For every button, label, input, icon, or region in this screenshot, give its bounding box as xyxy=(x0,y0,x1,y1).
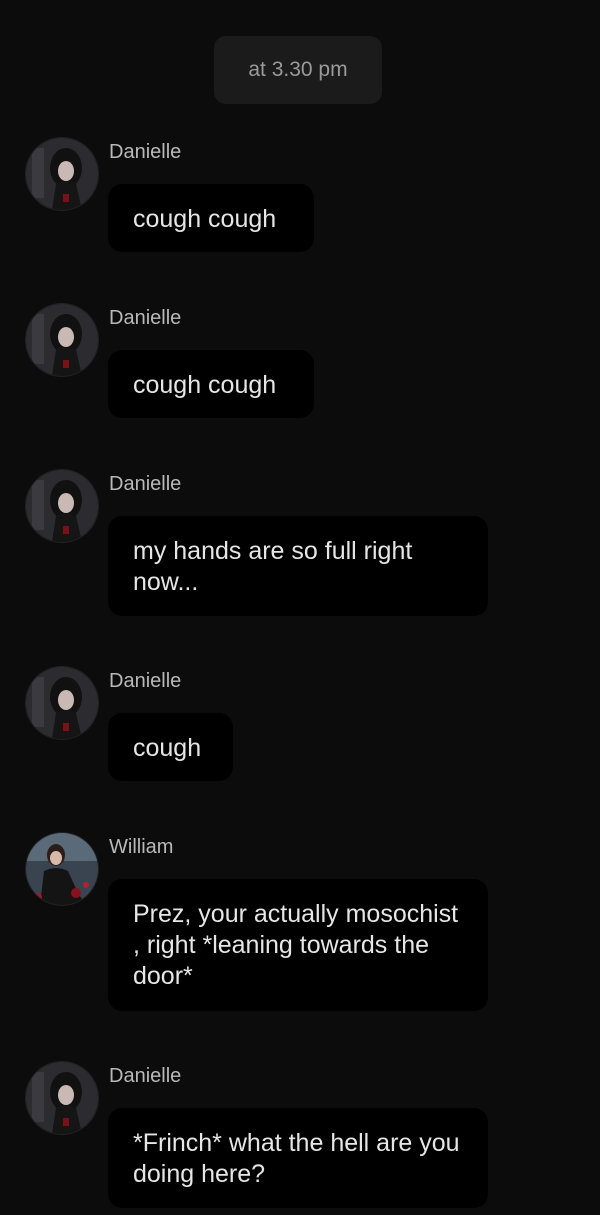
danielle-avatar-icon[interactable] xyxy=(26,304,98,376)
william-avatar-icon[interactable] xyxy=(26,833,98,905)
sender-name: Danielle xyxy=(109,1065,182,1087)
message-bubble: cough cough xyxy=(108,350,314,418)
message-bubble: cough xyxy=(108,713,233,781)
sender-name: Danielle xyxy=(109,141,182,163)
danielle-avatar-icon[interactable] xyxy=(26,470,98,542)
sender-name: Danielle xyxy=(109,670,182,692)
sender-name: Danielle xyxy=(109,473,182,495)
message-bubble: my hands are so full right now... xyxy=(108,516,488,616)
message-bubble: *Frinch* what the hell are you doing her… xyxy=(108,1108,488,1208)
message-bubble: Prez, your actually mosochist , right *l… xyxy=(108,879,488,1011)
danielle-avatar-icon[interactable] xyxy=(26,1062,98,1134)
sender-name: William xyxy=(109,836,174,858)
message-bubble: cough cough xyxy=(108,184,314,252)
sender-name: Danielle xyxy=(109,307,182,329)
timestamp-pill: at 3.30 pm xyxy=(214,36,382,104)
danielle-avatar-icon[interactable] xyxy=(26,667,98,739)
danielle-avatar-icon[interactable] xyxy=(26,138,98,210)
